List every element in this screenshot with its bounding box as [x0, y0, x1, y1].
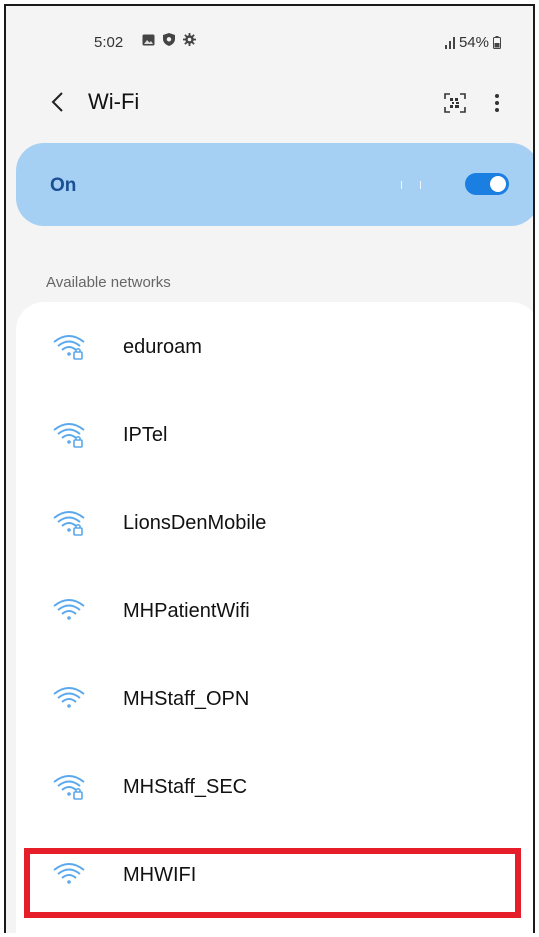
network-item-mhwifi[interactable]: MHWIFI	[16, 830, 533, 918]
network-name: eduroam	[123, 336, 202, 358]
qr-scan-button[interactable]	[441, 89, 469, 117]
app-bar: Wi-Fi	[6, 76, 533, 136]
gear-icon	[183, 33, 196, 46]
wifi-toggle-switch[interactable]	[465, 173, 509, 195]
status-notification-icons	[142, 33, 196, 46]
wifi-lock-icon	[53, 511, 85, 536]
network-item-iptel[interactable]: IPTel	[16, 390, 533, 478]
network-name: MHStaff_SEC	[123, 776, 248, 798]
wifi-toggle-row[interactable]: On	[16, 143, 533, 226]
available-networks-header: Available networks	[46, 274, 171, 291]
qr-scan-icon	[444, 93, 466, 113]
wifi-lock-icon	[53, 335, 85, 360]
shield-icon	[163, 33, 175, 46]
toggle-knob	[490, 176, 506, 192]
network-name: MHWIFI	[123, 864, 197, 886]
wifi-toggle-label: On	[50, 175, 77, 196]
battery-icon	[493, 36, 501, 49]
status-time: 5:02	[94, 34, 124, 51]
network-name: IPTel	[123, 424, 168, 446]
network-name: LionsDenMobile	[123, 512, 267, 534]
image-icon	[142, 34, 155, 45]
status-bar: 5:02 54%	[6, 6, 533, 86]
wifi-lock-icon	[53, 423, 85, 448]
network-name: MHStaff_OPN	[123, 688, 250, 710]
network-item-mhstaff-sec[interactable]: MHStaff_SEC	[16, 742, 533, 830]
network-list: eduroam IPTel LionsDenMobile MHPatientWi…	[16, 302, 533, 933]
back-button[interactable]	[40, 84, 74, 120]
more-vertical-icon	[495, 94, 499, 112]
status-system-icons: 54%	[444, 34, 501, 51]
wifi-icon	[53, 599, 85, 620]
toggle-divider	[401, 181, 431, 189]
network-item-eduroam[interactable]: eduroam	[16, 302, 533, 390]
battery-percent: 54%	[458, 34, 489, 51]
wifi-icon	[53, 863, 85, 884]
network-item-lionsdenmobile[interactable]: LionsDenMobile	[16, 478, 533, 566]
phone-screen: 5:02 54% Wi-Fi On Available networks edu…	[4, 4, 535, 933]
more-options-button[interactable]	[487, 89, 507, 117]
page-title: Wi-Fi	[88, 89, 140, 114]
network-item-mhpatientwifi[interactable]: MHPatientWifi	[16, 566, 533, 654]
signal-icon	[444, 36, 455, 49]
network-item-mhstaff-opn[interactable]: MHStaff_OPN	[16, 654, 533, 742]
chevron-left-icon	[51, 92, 63, 112]
wifi-lock-icon	[53, 775, 85, 800]
network-name: MHPatientWifi	[123, 600, 250, 622]
wifi-icon	[53, 687, 85, 708]
